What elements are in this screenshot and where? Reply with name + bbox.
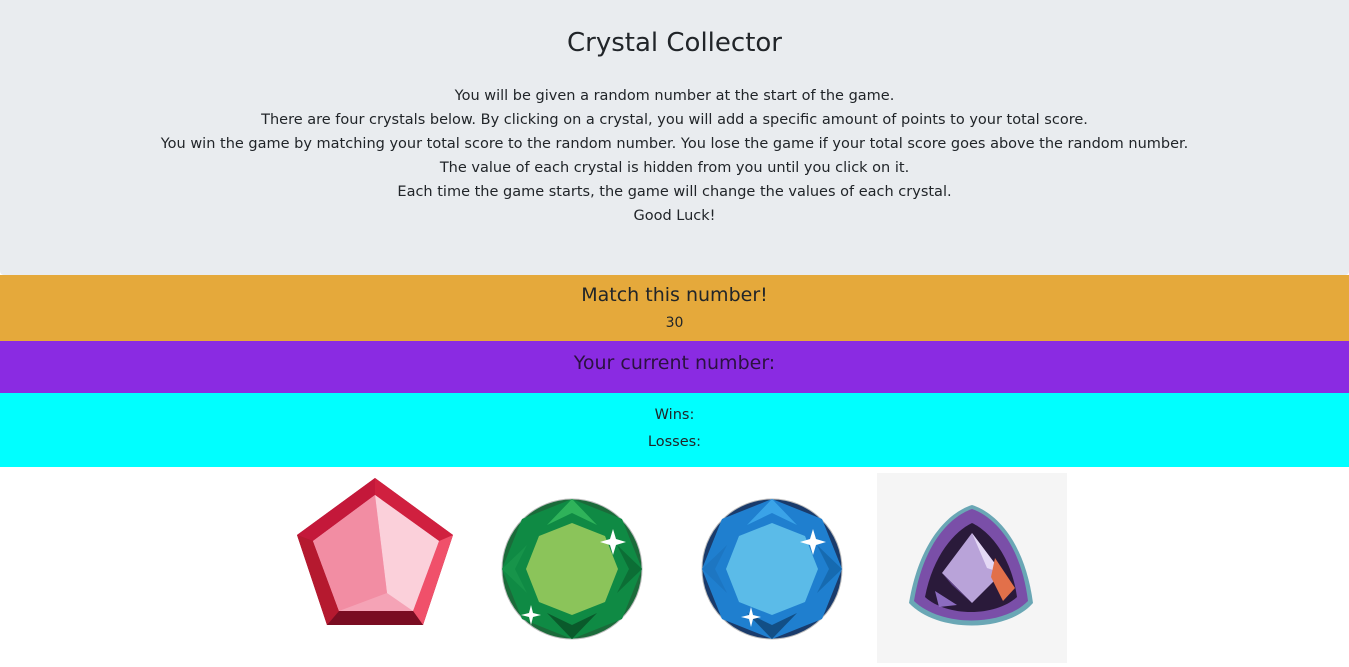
target-panel: Match this number! 30	[0, 275, 1349, 341]
target-number: 30	[665, 315, 684, 331]
instruction-line: You win the game by matching your total …	[160, 136, 1189, 152]
page-title: Crystal Collector	[567, 28, 782, 58]
instruction-line: There are four crystals below. By clicki…	[261, 112, 1088, 128]
instruction-line: You will be given a random number at the…	[454, 88, 895, 104]
instruction-line: Each time the game starts, the game will…	[397, 184, 952, 200]
instruction-line: Good Luck!	[633, 208, 716, 224]
losses-label: Losses:	[647, 434, 702, 450]
green-round-crystal-icon	[501, 498, 643, 640]
current-panel: Your current number:	[0, 341, 1349, 393]
red-pentagon-crystal-icon	[297, 478, 453, 625]
header-panel: Crystal Collector You will be given a ra…	[0, 0, 1349, 275]
wins-label: Wins:	[654, 407, 695, 423]
green-round-crystal-button[interactable]	[477, 473, 667, 663]
score-panel: Wins: Losses:	[0, 393, 1349, 467]
instructions: You will be given a random number at the…	[0, 84, 1349, 228]
current-label: Your current number:	[573, 352, 776, 374]
red-pentagon-crystal-button[interactable]	[277, 473, 467, 663]
blue-round-crystal-icon	[701, 498, 843, 640]
losses-row: Losses:	[0, 429, 1349, 456]
blue-round-crystal-button[interactable]	[677, 473, 867, 663]
target-label: Match this number!	[581, 284, 768, 306]
crystal-row	[0, 467, 1349, 667]
purple-trillion-crystal-button[interactable]	[877, 473, 1067, 663]
wins-row: Wins:	[0, 402, 1349, 429]
instruction-line: The value of each crystal is hidden from…	[439, 160, 910, 176]
purple-trillion-crystal-icon	[909, 505, 1033, 626]
